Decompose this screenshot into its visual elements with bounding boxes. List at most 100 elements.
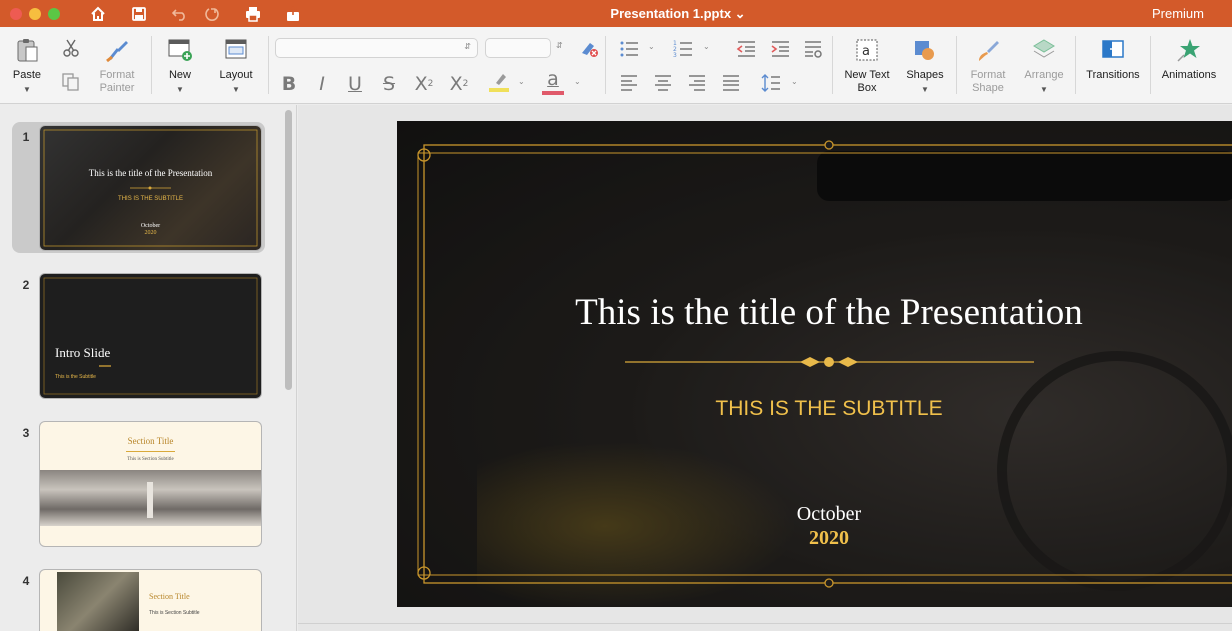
format-painter-button[interactable]: Format Painter [90,35,144,95]
clipboard-icon [6,35,48,63]
transitions-icon [1080,35,1146,63]
clear-formatting-button[interactable] [576,36,602,60]
copy-icon [60,72,82,96]
new-slide-button[interactable]: New ▼ [160,35,200,96]
vintage-car-photo [57,572,139,631]
numbering-button[interactable]: 123 [670,37,696,61]
animations-button[interactable]: Animations [1155,35,1223,82]
chevron-down-icon[interactable]: ▼ [902,83,948,96]
svg-text:a: a [862,44,870,59]
paste-button[interactable]: Paste ▼ [6,35,48,96]
font-color-button[interactable]: a [540,68,566,95]
chevron-down-icon[interactable]: ⌄ [735,6,746,21]
layout-icon [212,35,260,63]
scissors-icon [60,38,82,62]
chevron-down-icon[interactable]: ⌄ [703,42,710,51]
chevron-down-icon[interactable]: ▼ [160,83,200,96]
ribbon-divider [268,36,269,94]
ribbon-divider [151,36,152,94]
font-size-field[interactable] [485,38,551,58]
slide-thumbnail-4[interactable]: Section Title This is Section Subtitle [40,570,261,631]
arrange-layers-icon [1018,35,1070,63]
copy-button[interactable] [60,72,82,96]
decrease-indent-button[interactable] [733,37,759,61]
slide-number: 4 [22,574,30,588]
text-settings-icon [805,41,822,58]
superscript-button[interactable]: X2 [411,72,437,96]
indent-icon [771,41,789,57]
slide-number: 3 [22,426,30,440]
shapes-icon [902,35,948,63]
chevron-down-icon[interactable]: ▼ [6,83,48,96]
underline-button[interactable]: U [342,72,368,96]
svg-text:3: 3 [673,52,677,59]
document-title: Presentation 1.pptx ⌄ [610,6,746,21]
chevron-down-icon[interactable]: ⌄ [791,77,798,86]
italic-button[interactable]: I [309,72,335,96]
arrange-button[interactable]: Arrange ▼ [1018,35,1070,96]
layout-button[interactable]: Layout ▼ [212,35,260,96]
bullet-list-icon [620,41,638,57]
animations-star-icon [1155,35,1223,63]
outdent-icon [736,41,755,57]
bullets-button[interactable] [616,37,642,61]
font-name-field[interactable]: ⇵ [275,38,478,58]
ribbon-divider [1075,36,1076,94]
chevron-down-icon[interactable]: ⌄ [518,77,525,86]
slide-date-year[interactable]: 2020 [397,527,1232,550]
strikethrough-button[interactable]: S [376,72,402,96]
new-text-box-button[interactable]: a New Text Box [838,35,896,95]
slide-thumbnail-1[interactable]: This is the title of the Presentation TH… [40,126,261,250]
align-right-icon [689,75,705,91]
font-size-stepper[interactable]: ⇵ [556,41,563,50]
current-slide[interactable]: This is the title of the Presentation TH… [397,121,1232,607]
shapes-button[interactable]: Shapes ▼ [902,35,948,96]
align-left-icon [621,75,637,91]
slide-date-month[interactable]: October [397,503,1232,526]
highlighter-icon [489,74,509,92]
notes-divider[interactable] [298,623,1232,624]
thumbnail-divider [126,451,175,452]
align-right-button[interactable] [684,71,710,95]
transitions-button[interactable]: Transitions [1080,35,1146,82]
cut-button[interactable] [60,38,82,62]
text-box-icon: a [838,35,896,63]
slide-number: 2 [22,278,30,292]
hood-ornament [147,482,153,518]
title-bar: Presentation 1.pptx ⌄ Premium [0,0,1232,27]
bold-button[interactable]: B [276,72,302,96]
justify-icon [723,75,739,91]
ribbon-divider [605,36,606,94]
paint-bucket-icon [962,35,1014,63]
chevron-down-icon[interactable]: ▼ [212,83,260,96]
align-left-button[interactable] [616,71,642,95]
slide-thumbnail-3[interactable]: Section Title This is Section Subtitle [40,422,261,546]
align-center-icon [655,75,671,91]
line-spacing-icon [761,74,780,92]
eraser-icon [582,43,598,57]
chevron-down-icon[interactable]: ▼ [1018,83,1070,96]
numbered-list-icon: 123 [673,40,692,59]
format-shape-button[interactable]: Format Shape [962,35,1014,95]
font-color-swatch [542,91,564,95]
align-center-button[interactable] [650,71,676,95]
slide-thumbnail-2[interactable]: Intro Slide This is the Subtitle [40,274,261,398]
line-spacing-button[interactable] [758,71,784,95]
ribbon-toolbar: Paste ▼ Format Painter New ▼ Layout ▼ ⇵ ⇵ B … [0,27,1232,104]
highlight-color-button[interactable] [486,70,512,94]
premium-label[interactable]: Premium [1152,6,1204,21]
chevron-down-icon[interactable]: ⌄ [574,77,581,86]
subscript-button[interactable]: X2 [446,72,472,96]
slide-subtitle[interactable]: THIS IS THE SUBTITLE [397,397,1232,421]
slide-title[interactable]: This is the title of the Presentation [397,291,1232,334]
paintbrush-icon [90,35,144,63]
chevron-down-icon[interactable]: ⌄ [648,42,655,51]
sidebar-scrollbar[interactable] [285,110,292,390]
justify-button[interactable] [718,71,744,95]
ribbon-divider [832,36,833,94]
stepper-arrows-icon: ⇵ [464,42,471,51]
increase-indent-button[interactable] [767,37,793,61]
new-slide-icon [160,35,200,63]
slide-number: 1 [22,130,30,144]
text-options-button[interactable] [800,37,826,61]
